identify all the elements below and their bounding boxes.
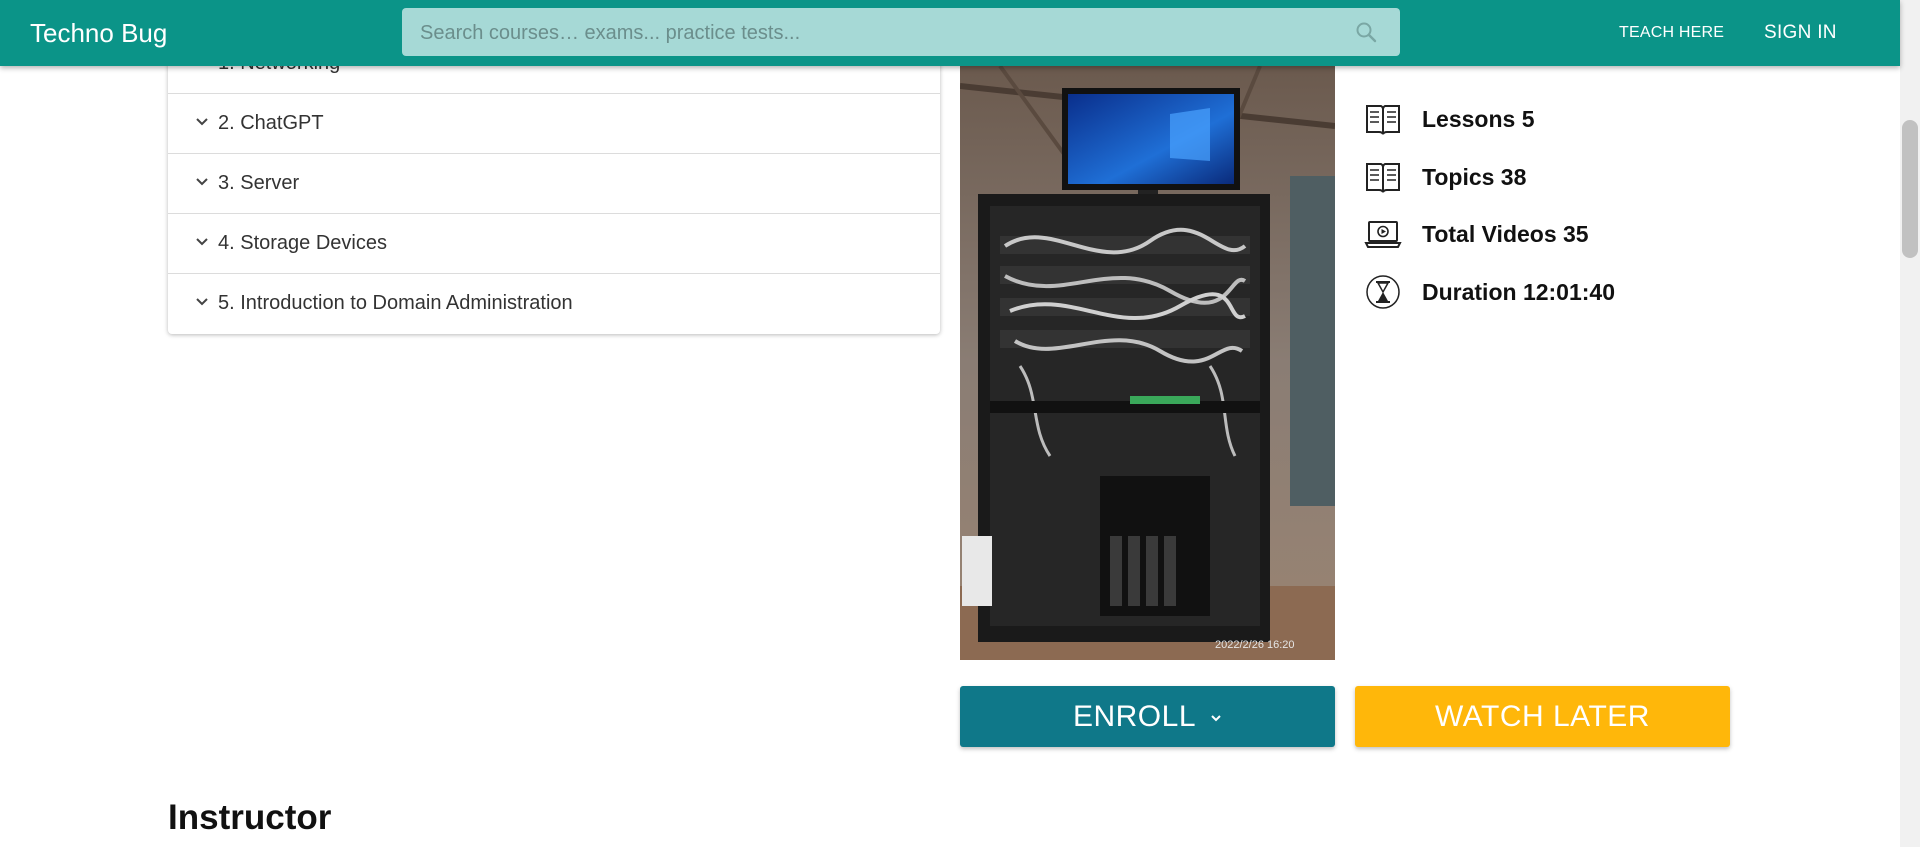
chevron-down-icon [196, 238, 208, 246]
photo-timestamp: 2022/2/26 16:20 [1215, 639, 1295, 651]
book-icon [1366, 163, 1400, 193]
lesson-title: 5. Introduction to Domain Administration [218, 292, 573, 314]
search-box [402, 8, 1400, 58]
include-text: Duration 12:01:40 [1422, 279, 1616, 305]
enroll-label: ENROLL [1072, 700, 1197, 733]
include-text: Topics 38 [1422, 164, 1527, 190]
include-text: Lessons 5 [1422, 106, 1535, 132]
server-rack-photo: 2022/2/26 16:20 [960, 66, 1335, 660]
brand-logo[interactable]: Techno Bug [30, 0, 167, 66]
app-bar: Techno Bug TEACH HERE SIGN IN [0, 0, 1900, 66]
lesson-item[interactable]: 2. ChatGPT [168, 94, 940, 154]
chevron-down-icon [1211, 715, 1221, 722]
lesson-title: 2. ChatGPT [218, 112, 324, 134]
video-laptop-icon [1364, 221, 1402, 248]
watch-later-label: WATCH LATER [1435, 700, 1650, 733]
lesson-item[interactable]: 5. Introduction to Domain Administration [168, 274, 940, 333]
hourglass-icon [1366, 275, 1400, 309]
watch-later-button[interactable]: WATCH LATER [1355, 686, 1730, 747]
lesson-title: 4. Storage Devices [218, 232, 387, 254]
chevron-down-icon [196, 178, 208, 186]
teach-here-link[interactable]: TEACH HERE [1619, 0, 1724, 66]
enroll-button[interactable]: ENROLL [960, 686, 1335, 747]
chevron-down-icon [196, 298, 208, 306]
scrollbar-thumb[interactable] [1902, 120, 1918, 258]
lesson-item[interactable]: 4. Storage Devices [168, 214, 940, 274]
lesson-title: 3. Server [218, 172, 300, 194]
instructor-heading: Instructor [168, 798, 332, 837]
book-icon [1366, 105, 1400, 135]
sign-in-link[interactable]: SIGN IN [1764, 0, 1837, 66]
lesson-item[interactable]: 3. Server [168, 154, 940, 214]
course-image: 2022/2/26 16:20 [960, 66, 1335, 660]
lessons-accordion: 1. Networking 2. ChatGPT 3. Server 4. St… [168, 34, 940, 334]
chevron-down-icon [196, 118, 208, 126]
search-input[interactable] [418, 8, 1322, 58]
search-icon[interactable] [1354, 20, 1378, 44]
include-text: Total Videos 35 [1422, 221, 1589, 247]
